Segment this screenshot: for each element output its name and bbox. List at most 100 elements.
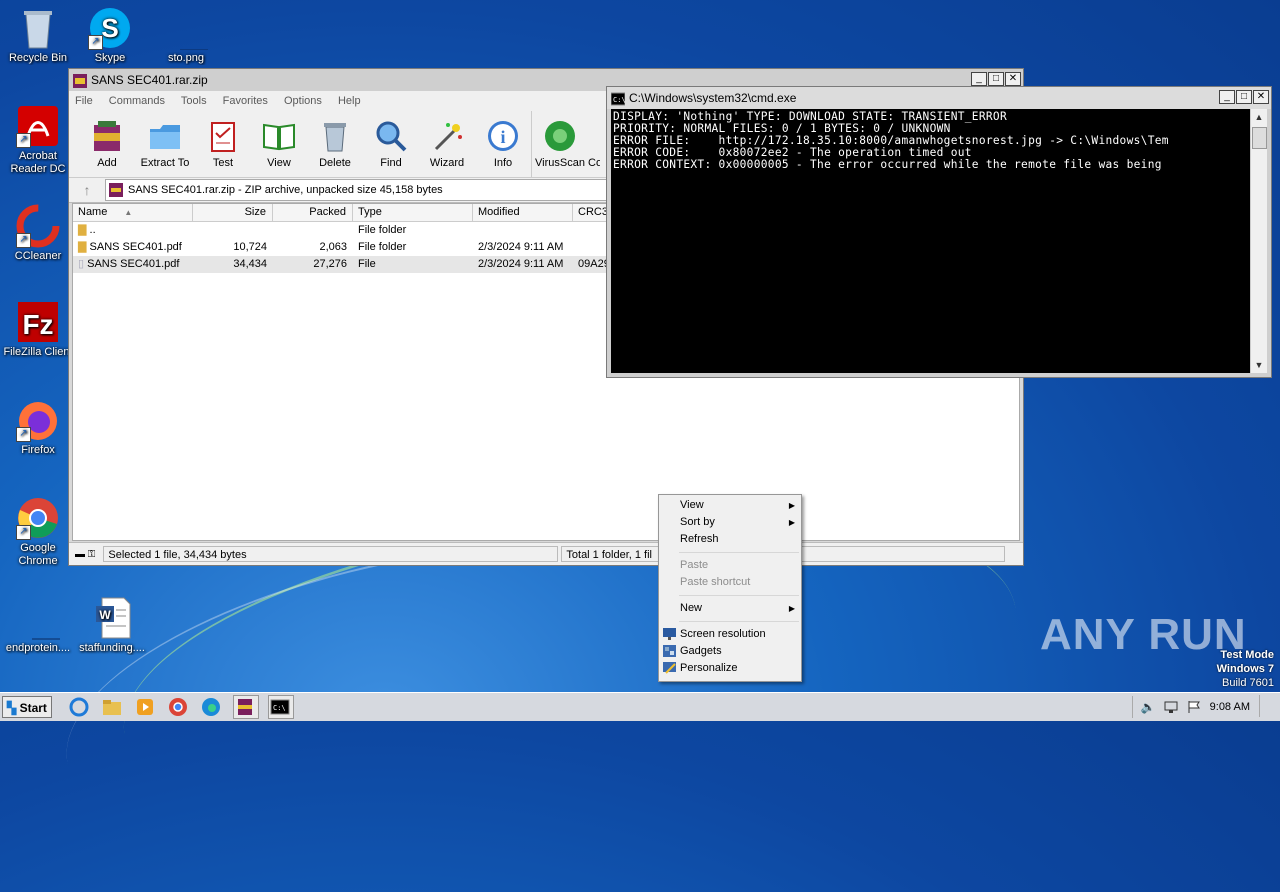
menu-item-personalize[interactable]: Personalize [659, 660, 801, 677]
folder-icon [103, 700, 121, 715]
image-file-icon [164, 6, 224, 51]
desktop-icon-skype[interactable]: S ↗ Skype [72, 6, 148, 65]
build-text: Build 7601 [1222, 677, 1274, 689]
maximize-button[interactable]: □ [1236, 90, 1252, 104]
menu-tools[interactable]: Tools [181, 95, 207, 107]
tool-label: Co [588, 157, 600, 169]
tool-label: Extract To [140, 157, 190, 169]
desktop-icon-staffunding[interactable]: W staffunding.... [74, 596, 150, 655]
firefox-icon: ↗ [16, 398, 60, 442]
ccleaner-icon: ↗ [16, 204, 60, 248]
desktop-icon-acrobat[interactable]: ↗ Acrobat Reader DC [0, 104, 76, 176]
menu-item-view[interactable]: View ▶ [659, 497, 801, 514]
desktop-icon-firefox[interactable]: ↗ Firefox [0, 398, 76, 457]
file-packed-cell: 27,276 [313, 258, 347, 270]
column-type[interactable]: Type [353, 204, 473, 221]
desktop-icon-chrome[interactable]: ↗ Google Chrome [0, 496, 76, 568]
test-button[interactable]: Test [195, 111, 251, 177]
delete-button[interactable]: Delete [307, 111, 363, 177]
svg-text:C:\: C:\ [613, 96, 625, 104]
column-modified[interactable]: Modified [473, 204, 573, 221]
minimize-button[interactable]: _ [971, 72, 987, 86]
menu-separator [679, 595, 799, 596]
taskbar-media-player[interactable] [134, 696, 158, 718]
desktop-icon-label: Skype [94, 52, 126, 64]
console-output[interactable]: DISPLAY: 'Nothing' TYPE: DOWNLOAD STATE:… [611, 109, 1251, 373]
taskbar-winrar[interactable] [233, 695, 259, 719]
column-name[interactable]: Name ▲ [73, 204, 193, 221]
info-button[interactable]: i Info [475, 111, 531, 177]
menu-item-new[interactable]: New ▶ [659, 600, 801, 617]
menu-favorites[interactable]: Favorites [223, 95, 268, 107]
svg-text:C:\: C:\ [273, 704, 286, 712]
shortcut-arrow-icon: ↗ [88, 35, 103, 50]
desktop-icon-label: CCleaner [14, 250, 62, 262]
up-arrow-icon[interactable]: ↑ [69, 182, 105, 198]
add-button[interactable]: Add [79, 111, 135, 177]
taskbar-cmd[interactable]: C:\ [268, 695, 294, 719]
vertical-scrollbar[interactable]: ▲ ▼ [1250, 109, 1267, 373]
menu-help[interactable]: Help [338, 95, 361, 107]
comment-button[interactable]: Co [588, 111, 600, 177]
scroll-down-icon[interactable]: ▼ [1251, 357, 1267, 373]
column-size[interactable]: Size [193, 204, 273, 221]
menu-commands[interactable]: Commands [109, 95, 165, 107]
desktop-icon-ccleaner[interactable]: ↗ CCleaner [0, 204, 76, 263]
folder-icon: ▇ [78, 241, 87, 253]
desktop-icon-recycle-bin[interactable]: Recycle Bin [0, 6, 76, 65]
console-line: ERROR CONTEXT: 0x00000005 - The error oc… [613, 158, 1162, 171]
desktop-icon-label: staffunding.... [79, 642, 145, 654]
cmd-titlebar[interactable]: C:\ C:\Windows\system32\cmd.exe _ □ ✕ [607, 87, 1271, 109]
taskbar-chrome[interactable] [167, 696, 191, 718]
tool-label: VirusScan [535, 157, 585, 169]
tool-label: Find [380, 157, 402, 169]
taskbar-explorer[interactable] [101, 696, 125, 718]
gadgets-icon [663, 645, 676, 657]
monitor-icon [663, 628, 676, 640]
extract-to-button[interactable]: Extract To [135, 111, 195, 177]
word-document-icon: W [90, 596, 134, 640]
virusscan-button[interactable]: VirusScan [531, 111, 588, 177]
wizard-button[interactable]: Wizard [419, 111, 475, 177]
clipboard-check-icon [206, 119, 240, 153]
svg-text:Fz: Fz [22, 309, 53, 340]
file-type-cell: File folder [358, 224, 407, 236]
file-icon: ▯ [78, 258, 85, 270]
show-desktop-button[interactable] [1259, 695, 1280, 717]
svg-text:S: S [101, 13, 118, 43]
comment-icon [588, 119, 600, 153]
minimize-button[interactable]: _ [1219, 90, 1235, 104]
menu-item-screen-resolution[interactable]: Screen resolution [659, 626, 801, 643]
desktop-icon-filezilla[interactable]: Fz FileZilla Client [0, 300, 76, 359]
taskbar-ie[interactable] [68, 696, 92, 718]
menu-item-sort-by[interactable]: Sort by ▶ [659, 514, 801, 531]
taskbar-edge[interactable] [200, 696, 224, 718]
view-button[interactable]: View [251, 111, 307, 177]
scroll-thumb[interactable] [1252, 127, 1267, 149]
clock[interactable]: 9:08 AM [1210, 701, 1250, 713]
desktop-icon-sto-png[interactable]: sto.png [148, 6, 224, 65]
find-button[interactable]: Find [363, 111, 419, 177]
svg-text:i: i [500, 127, 505, 147]
network-icon[interactable] [1164, 700, 1178, 714]
maximize-button[interactable]: □ [988, 72, 1004, 86]
menu-separator [679, 552, 799, 553]
desktop-icon-endprotein[interactable]: endprotein.... [0, 596, 76, 655]
flag-icon[interactable] [1187, 700, 1201, 714]
column-packed[interactable]: Packed [273, 204, 353, 221]
file-modified-cell: 2/3/2024 9:11 AM [478, 258, 564, 270]
menu-file[interactable]: File [75, 95, 93, 107]
edge-icon [202, 698, 220, 716]
menu-item-refresh[interactable]: Refresh [659, 531, 801, 548]
menu-options[interactable]: Options [284, 95, 322, 107]
cmd-window[interactable]: C:\ C:\Windows\system32\cmd.exe _ □ ✕ DI… [606, 86, 1272, 378]
close-button[interactable]: ✕ [1253, 90, 1269, 104]
close-button[interactable]: ✕ [1005, 72, 1021, 86]
start-button[interactable]: ▚ Start [2, 696, 52, 718]
test-mode-text: Test Mode [1220, 649, 1274, 661]
scroll-up-icon[interactable]: ▲ [1251, 109, 1267, 125]
menu-item-gadgets[interactable]: Gadgets [659, 643, 801, 660]
volume-icon[interactable]: 🔈 [1141, 700, 1156, 714]
info-icon: i [486, 119, 520, 153]
file-packed-cell [273, 222, 353, 239]
